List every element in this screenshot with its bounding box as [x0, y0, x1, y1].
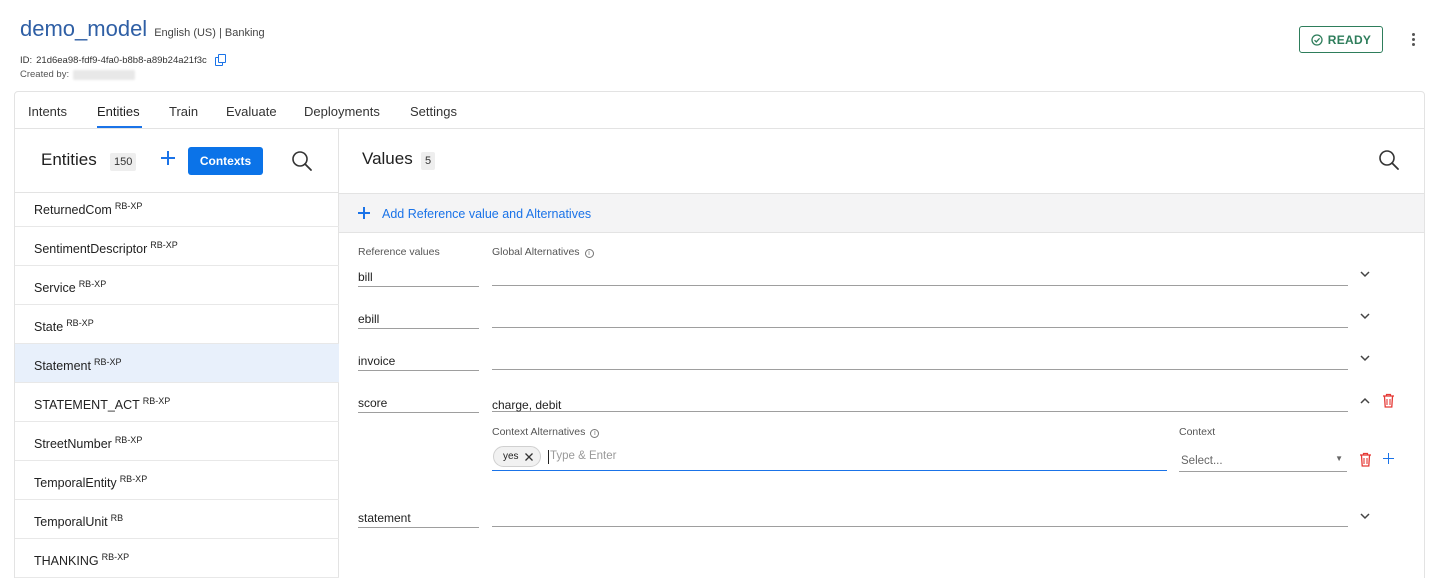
col-header-global: Global Alternatives — [492, 246, 580, 258]
model-meta: English (US) | Banking — [154, 27, 265, 39]
entity-item[interactable]: Service RB-XP — [15, 266, 339, 305]
entities-title: Entities — [41, 150, 97, 169]
add-reference-label: Add Reference value and Alternatives — [382, 207, 592, 221]
entities-count-badge: 150 — [110, 153, 137, 171]
created-by-line: Created by: — [20, 69, 136, 80]
tab-intents[interactable]: Intents — [28, 104, 67, 119]
entity-item[interactable]: ReturnedCom RB-XP — [15, 193, 339, 227]
entity-tag: RB-XP — [78, 279, 107, 289]
chevron-down-icon[interactable] — [1359, 268, 1371, 280]
entity-tag: RB-XP — [66, 318, 94, 328]
global-alternatives-field[interactable] — [492, 309, 1348, 328]
id-label: ID: — [20, 54, 33, 66]
tab-settings[interactable]: Settings — [410, 104, 457, 119]
entity-tag: RB-XP — [150, 240, 178, 250]
reference-value-field[interactable]: invoice — [358, 354, 479, 371]
chevron-up-icon[interactable] — [1359, 395, 1371, 407]
info-icon[interactable]: i — [590, 429, 600, 438]
add-context-alternative-plus-icon[interactable] — [1383, 453, 1394, 464]
info-icon[interactable]: i — [584, 249, 594, 258]
entity-tag: RB-XP — [142, 396, 171, 406]
model-name: demo_model — [20, 16, 148, 41]
more-options-icon[interactable] — [1406, 30, 1420, 48]
entities-list: ReturnedCom RB-XP SentimentDescriptor RB-X… — [15, 193, 339, 578]
col-header-context-alternatives: Context Alternatives — [492, 426, 586, 438]
copy-icon[interactable] — [214, 54, 227, 66]
reference-value-field[interactable]: score — [358, 396, 479, 413]
global-alternatives-field[interactable] — [492, 267, 1348, 286]
entity-item[interactable]: TemporalUnit RB — [15, 500, 339, 539]
active-tab-indicator — [97, 126, 142, 128]
global-alternatives-field[interactable] — [492, 508, 1348, 527]
context-select[interactable]: Select... ▼ — [1179, 452, 1347, 472]
entities-header: Entities 150 Contexts — [15, 129, 338, 193]
dropdown-arrow-icon: ▼ — [1335, 454, 1343, 463]
entity-tag: RB-XP — [93, 357, 122, 367]
status-label: READY — [1327, 32, 1372, 47]
entity-item-selected[interactable]: Statement RB-XP — [15, 344, 339, 383]
entity-item[interactable]: State RB-XP — [15, 305, 339, 344]
values-count-badge: 5 — [421, 152, 436, 170]
chip-label: yes — [503, 451, 519, 462]
tab-bar: Intents Entities Train Evaluate Deployme… — [15, 92, 1424, 129]
entity-tag: RB — [110, 513, 124, 523]
entity-tag: RB-XP — [114, 435, 143, 445]
chevron-down-icon[interactable] — [1359, 310, 1371, 322]
entity-tag: RB-XP — [101, 552, 130, 562]
text-caret — [548, 450, 549, 464]
tab-deployments[interactable]: Deployments — [304, 104, 380, 119]
model-title-bar: demo_model English (US) | Banking — [20, 16, 265, 42]
col-header-context: Context — [1179, 426, 1216, 438]
created-by-label: Created by: — [20, 69, 70, 80]
input-placeholder: Type & Enter — [550, 450, 617, 462]
contexts-button[interactable]: Contexts — [188, 147, 263, 175]
trash-icon[interactable] — [1359, 452, 1372, 467]
tab-entities[interactable]: Entities — [97, 104, 140, 119]
entity-item[interactable]: StreetNumber RB-XP — [15, 422, 339, 461]
entity-item[interactable]: TemporalEntity RB-XP — [15, 461, 339, 500]
values-title: Values — [362, 149, 413, 168]
reference-value-field[interactable]: statement — [358, 511, 479, 528]
entity-tag: RB-XP — [119, 474, 148, 484]
entity-tag: RB-XP — [114, 201, 143, 211]
check-circle-icon — [1311, 33, 1323, 46]
col-header-global-wrapper: Global Alternatives i — [492, 246, 594, 258]
entity-item[interactable]: SentimentDescriptor RB-XP — [15, 227, 339, 266]
status-ready-button[interactable]: READY — [1299, 26, 1383, 53]
plus-icon — [358, 207, 370, 219]
entity-item[interactable]: STATEMENT_ACT RB-XP — [15, 383, 339, 422]
created-by-redacted — [73, 69, 136, 80]
values-header: Values 5 — [339, 128, 1424, 192]
global-alternatives-field[interactable] — [492, 351, 1348, 370]
col-header-reference: Reference values — [358, 246, 440, 258]
entity-item[interactable]: THANKING RB-XP — [15, 539, 339, 578]
search-values-icon[interactable] — [1378, 149, 1400, 171]
tab-evaluate[interactable]: Evaluate — [226, 104, 277, 119]
add-entity-plus-icon[interactable] — [160, 150, 176, 166]
chevron-down-icon[interactable] — [1359, 510, 1371, 522]
tab-train[interactable]: Train — [169, 104, 198, 119]
col-header-context-alt-wrapper: Context Alternatives i — [492, 426, 600, 438]
context-select-value: Select... — [1181, 455, 1223, 467]
reference-value-field[interactable]: bill — [358, 270, 479, 287]
entities-panel: Entities 150 Contexts ReturnedCom RB-XP S… — [15, 129, 339, 578]
model-id-line: ID: 21d6ea98-fdf9-4fa0-b8b8-a89b24a21f3c — [20, 54, 227, 66]
id-value: 21d6ea98-fdf9-4fa0-b8b8-a89b24a21f3c — [36, 54, 207, 66]
alternative-chip: yes — [493, 446, 541, 467]
trash-icon[interactable] — [1382, 393, 1395, 408]
add-reference-value-button[interactable]: Add Reference value and Alternatives — [339, 193, 1424, 233]
context-alternatives-input[interactable]: yes Type & Enter — [492, 446, 1167, 471]
reference-value-field[interactable]: ebill — [358, 312, 479, 329]
search-entities-icon[interactable] — [291, 150, 313, 172]
close-icon[interactable] — [524, 452, 534, 462]
global-alternatives-field[interactable]: charge, debit — [492, 393, 1348, 412]
chevron-down-icon[interactable] — [1359, 352, 1371, 364]
